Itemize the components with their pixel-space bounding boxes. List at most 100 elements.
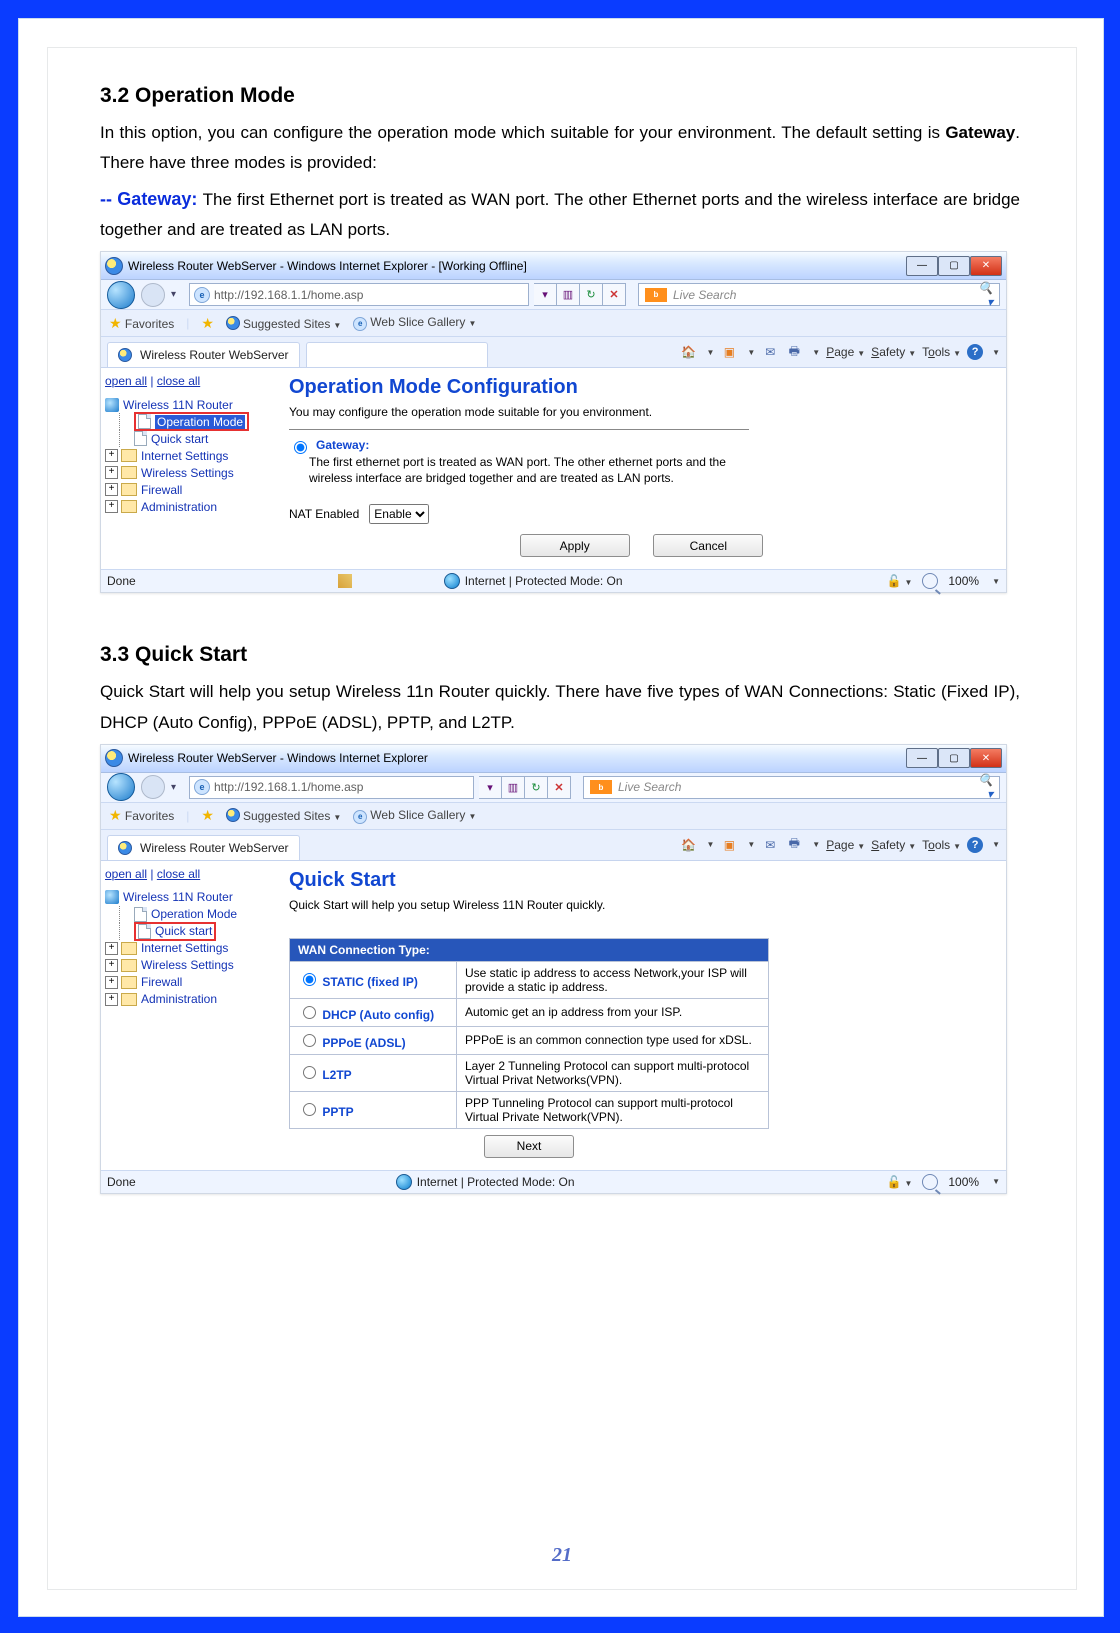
url-dropdown[interactable]: ▾ (479, 776, 502, 799)
zoom-level[interactable]: 100% (948, 1175, 979, 1189)
tree-operation-mode[interactable]: Operation Mode (119, 906, 273, 923)
wan-radio-pptp[interactable] (303, 1103, 316, 1116)
tree-wireless-settings[interactable]: +Wireless Settings (105, 957, 273, 974)
tree-root[interactable]: Wireless 11N Router (105, 396, 273, 413)
open-all-link[interactable]: open all (105, 867, 147, 881)
close-button[interactable]: ✕ (970, 256, 1002, 276)
web-slice-gallery-link[interactable]: eWeb Slice Gallery▼ (353, 808, 476, 824)
tree-quick-start[interactable]: Quick start (134, 922, 216, 941)
favorites-button[interactable]: ★ Favorites (109, 807, 174, 824)
search-button-icon[interactable]: 🔍 ▾ (969, 281, 993, 309)
zoom-icon[interactable] (922, 573, 938, 589)
search-button-icon[interactable]: 🔍 ▾ (969, 773, 993, 801)
apply-button[interactable]: Apply (520, 534, 630, 557)
close-button[interactable]: ✕ (970, 748, 1002, 768)
expand-icon[interactable]: + (105, 500, 118, 513)
gateway-radio[interactable] (294, 441, 307, 454)
window-titlebar[interactable]: Wireless Router WebServer - Windows Inte… (101, 745, 1006, 773)
favorites-button[interactable]: ★ Favorites (109, 315, 174, 332)
url-input[interactable]: ehttp://192.168.1.1/home.asp (189, 776, 474, 799)
wan-radio-static[interactable] (303, 973, 316, 986)
print-icon[interactable]: 🖶 (785, 836, 803, 854)
close-all-link[interactable]: close all (157, 374, 200, 388)
expand-icon[interactable]: + (105, 942, 118, 955)
stop-button[interactable]: ✕ (548, 776, 571, 799)
page-menu[interactable]: Page▼ (826, 345, 865, 359)
security-report-icon[interactable]: 🔓▼ (887, 574, 913, 588)
next-button[interactable]: Next (484, 1135, 574, 1158)
tab-router[interactable]: Wireless Router WebServer (107, 342, 300, 367)
wan-radio-l2tp[interactable] (303, 1066, 316, 1079)
expand-icon[interactable]: + (105, 483, 118, 496)
rss-icon[interactable]: ▣ (720, 836, 738, 854)
mail-icon[interactable]: ✉ (761, 836, 779, 854)
nav-tree: Wireless 11N Router Operation Mode Quick… (105, 396, 273, 515)
expand-icon[interactable]: + (105, 959, 118, 972)
rss-icon[interactable]: ▣ (720, 343, 738, 361)
search-input[interactable]: b Live Search 🔍 ▾ (583, 776, 1000, 799)
zoom-icon[interactable] (922, 1174, 938, 1190)
ie-icon (105, 257, 123, 275)
mail-icon[interactable]: ✉ (761, 343, 779, 361)
compat-view-icon[interactable]: ▥ (557, 283, 580, 306)
safety-menu[interactable]: Safety▼ (871, 838, 916, 852)
security-report-icon[interactable]: 🔓▼ (887, 1175, 913, 1189)
minimize-button[interactable]: — (906, 748, 938, 768)
nat-select[interactable]: Enable (369, 504, 429, 524)
tree-firewall[interactable]: +Firewall (105, 974, 273, 991)
expand-icon[interactable]: + (105, 976, 118, 989)
page-menu[interactable]: Page▼ (826, 838, 865, 852)
refresh-button[interactable]: ↻ (580, 283, 603, 306)
nav-forward-button[interactable] (141, 775, 165, 799)
wan-radio-pppoe[interactable] (303, 1034, 316, 1047)
url-input[interactable]: ehttp://192.168.1.1/home.asp (189, 283, 529, 306)
nav-back-button[interactable] (107, 773, 135, 801)
home-icon[interactable]: 🏠 (679, 836, 697, 854)
maximize-button[interactable]: ▢ (938, 256, 970, 276)
tab-router[interactable]: Wireless Router WebServer (107, 835, 300, 860)
table-row: STATIC (fixed IP)Use static ip address t… (290, 961, 769, 998)
tools-menu[interactable]: Tools▼ (922, 345, 961, 359)
stop-button[interactable]: ✕ (603, 283, 626, 306)
tools-menu[interactable]: Tools▼ (922, 838, 961, 852)
help-icon[interactable]: ? (967, 837, 983, 853)
expand-icon[interactable]: + (105, 449, 118, 462)
window-titlebar[interactable]: Wireless Router WebServer - Windows Inte… (101, 252, 1006, 280)
home-icon[interactable]: 🏠 (679, 343, 697, 361)
expand-icon[interactable]: + (105, 466, 118, 479)
tab-blank[interactable] (306, 342, 488, 367)
open-all-link[interactable]: open all (105, 374, 147, 388)
tree-administration[interactable]: +Administration (105, 498, 273, 515)
web-slice-gallery-link[interactable]: eWeb Slice Gallery▼ (353, 315, 476, 331)
wan-radio-dhcp[interactable] (303, 1006, 316, 1019)
maximize-button[interactable]: ▢ (938, 748, 970, 768)
suggested-sites-link[interactable]: Suggested Sites▼ (226, 808, 341, 823)
tree-operation-mode[interactable]: Operation Mode (134, 412, 249, 431)
expand-icon[interactable]: + (105, 993, 118, 1006)
tree-root[interactable]: Wireless 11N Router (105, 889, 273, 906)
zoom-level[interactable]: 100% (948, 574, 979, 588)
tree-internet-settings[interactable]: +Internet Settings (105, 447, 273, 464)
safety-menu[interactable]: Safety▼ (871, 345, 916, 359)
minimize-button[interactable]: — (906, 256, 938, 276)
nav-history-dropdown[interactable]: ▾ (171, 782, 183, 793)
close-all-link[interactable]: close all (157, 867, 200, 881)
tree-wireless-settings[interactable]: +Wireless Settings (105, 464, 273, 481)
nav-back-button[interactable] (107, 281, 135, 309)
tree-quick-start[interactable]: Quick start (119, 430, 273, 447)
print-icon[interactable]: 🖶 (785, 343, 803, 361)
refresh-button[interactable]: ↻ (525, 776, 548, 799)
tree-internet-settings[interactable]: +Internet Settings (105, 940, 273, 957)
url-dropdown[interactable]: ▾ (534, 283, 557, 306)
help-icon[interactable]: ? (967, 344, 983, 360)
add-favorite-button[interactable]: ★ (201, 315, 214, 332)
nav-forward-button[interactable] (141, 283, 165, 307)
tree-administration[interactable]: +Administration (105, 991, 273, 1008)
add-favorite-button[interactable]: ★ (201, 807, 214, 824)
cancel-button[interactable]: Cancel (653, 534, 763, 557)
search-input[interactable]: b Live Search 🔍 ▾ (638, 283, 1000, 306)
tree-firewall[interactable]: +Firewall (105, 481, 273, 498)
suggested-sites-link[interactable]: Suggested Sites▼ (226, 316, 341, 331)
compat-view-icon[interactable]: ▥ (502, 776, 525, 799)
nav-history-dropdown[interactable]: ▾ (171, 289, 183, 300)
